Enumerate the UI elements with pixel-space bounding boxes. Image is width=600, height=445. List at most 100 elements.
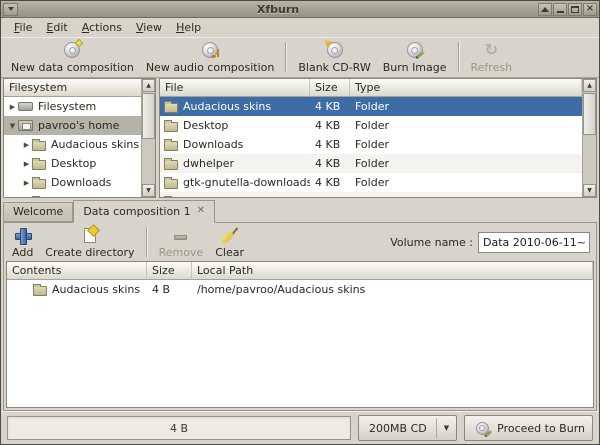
refresh-button[interactable]: ↻ Refresh xyxy=(465,38,519,76)
menu-view[interactable]: View xyxy=(129,19,169,36)
statusbar: 4 B 200MB CD Proceed to Burn xyxy=(1,411,599,444)
maximize-button[interactable] xyxy=(568,3,582,16)
data-composition-panel: Add Create directory Remove Clear Volume… xyxy=(3,222,597,411)
tab-welcome[interactable]: Welcome xyxy=(3,202,73,222)
column-header-size[interactable]: Size xyxy=(310,79,350,97)
disc-size-combo[interactable]: 200MB CD xyxy=(358,415,457,441)
file-row[interactable]: gtk-gnutella-downloads 4 KB Folder xyxy=(160,173,582,192)
drive-icon xyxy=(18,102,33,111)
filesystem-scrollbar[interactable] xyxy=(141,79,155,197)
remove-icon xyxy=(171,226,191,244)
filesystem-pane: Filesystem Filesystem pavroo's home xyxy=(3,78,156,198)
blank-cdrw-icon xyxy=(325,41,345,59)
window-menu-button[interactable] xyxy=(3,3,18,16)
menu-edit[interactable]: Edit xyxy=(39,19,74,36)
composition-size-bar: 4 B xyxy=(7,416,351,440)
clear-button[interactable]: Clear xyxy=(209,223,250,261)
burn-icon xyxy=(472,419,492,437)
expander-icon[interactable] xyxy=(7,122,18,130)
chevron-down-icon[interactable] xyxy=(436,418,456,438)
file-list-scrollbar[interactable] xyxy=(582,79,596,197)
burn-image-button[interactable]: Burn Image xyxy=(377,38,453,76)
toolbar-separator xyxy=(146,227,148,257)
column-header-size[interactable]: Size xyxy=(147,262,192,280)
new-audio-composition-button[interactable]: New audio composition xyxy=(140,38,281,76)
menubar: File Edit Actions View Help xyxy=(1,18,599,37)
file-row[interactable]: Downloads 4 KB Folder xyxy=(160,135,582,154)
folder-icon xyxy=(164,122,178,132)
shade-button[interactable] xyxy=(538,3,552,16)
toolbar-separator xyxy=(285,42,287,72)
file-row[interactable]: Audacious skins 4 KB Folder xyxy=(160,97,582,116)
shade-icon xyxy=(541,7,549,12)
scrollbar-thumb[interactable] xyxy=(142,93,155,139)
column-header-local-path[interactable]: Local Path xyxy=(192,262,593,280)
burn-image-icon xyxy=(405,41,425,59)
column-header-contents[interactable]: Contents xyxy=(7,262,147,280)
contents-row[interactable]: Audacious skins 4 B /home/pavroo/Audacio… xyxy=(7,280,593,299)
xfburn-window: Xfburn × File Edit Actions View Help New… xyxy=(0,0,600,445)
add-icon xyxy=(13,226,33,244)
browser-panes: Filesystem Filesystem pavroo's home xyxy=(1,78,599,198)
filesystem-tree: Filesystem pavroo's home Audacious skins xyxy=(4,97,141,197)
file-row[interactable]: Music 4 KB Folder xyxy=(160,192,582,197)
folder-icon xyxy=(164,103,178,113)
main-toolbar: New data composition New audio compositi… xyxy=(1,37,599,78)
close-button[interactable]: × xyxy=(583,3,597,16)
folder-icon xyxy=(32,141,46,151)
composition-toolbar: Add Create directory Remove Clear Volume… xyxy=(4,223,596,261)
file-list-pane: File Size Type Audacious skins 4 KB Fold… xyxy=(159,78,597,198)
toolbar-separator xyxy=(458,42,460,72)
minimize-button[interactable] xyxy=(553,3,567,16)
menu-file[interactable]: File xyxy=(7,19,39,36)
folder-icon xyxy=(33,286,47,296)
scroll-down-icon[interactable] xyxy=(142,184,155,197)
filesystem-column-header[interactable]: Filesystem xyxy=(4,79,141,97)
new-data-composition-icon xyxy=(62,41,82,59)
clear-icon xyxy=(220,226,240,244)
window-menu-icon xyxy=(8,7,14,11)
proceed-to-burn-button[interactable]: Proceed to Burn xyxy=(464,415,593,441)
refresh-icon: ↻ xyxy=(481,41,501,59)
tree-item[interactable]: dwhelper xyxy=(4,192,141,197)
folder-icon xyxy=(164,179,178,189)
file-row[interactable]: Desktop 4 KB Folder xyxy=(160,116,582,135)
tab-close-icon[interactable]: ✕ xyxy=(197,206,205,216)
menu-help[interactable]: Help xyxy=(169,19,208,36)
add-button[interactable]: Add xyxy=(6,223,39,261)
titlebar[interactable]: Xfburn × xyxy=(1,1,599,18)
create-directory-icon xyxy=(80,226,100,244)
scrollbar-thumb[interactable] xyxy=(583,93,596,135)
expander-icon[interactable] xyxy=(21,179,32,187)
volume-name-input[interactable] xyxy=(478,232,590,253)
column-header-file[interactable]: File xyxy=(160,79,310,97)
folder-icon xyxy=(164,141,178,151)
expander-icon[interactable] xyxy=(7,103,18,111)
notebook-tabs: Welcome Data composition 1 ✕ xyxy=(1,198,599,222)
folder-icon xyxy=(32,179,46,189)
tree-item-home[interactable]: pavroo's home xyxy=(4,116,141,135)
expander-icon[interactable] xyxy=(21,141,32,149)
tree-item[interactable]: Downloads xyxy=(4,173,141,192)
expander-icon[interactable] xyxy=(21,160,32,168)
scroll-down-icon[interactable] xyxy=(583,184,596,197)
tree-item[interactable]: Audacious skins xyxy=(4,135,141,154)
create-directory-button[interactable]: Create directory xyxy=(39,223,140,261)
volume-name-label: Volume name : xyxy=(390,236,473,249)
new-data-composition-button[interactable]: New data composition xyxy=(5,38,140,76)
folder-icon xyxy=(32,160,46,170)
tree-item[interactable]: Desktop xyxy=(4,154,141,173)
blank-cdrw-button[interactable]: Blank CD-RW xyxy=(292,38,376,76)
column-header-type[interactable]: Type xyxy=(350,79,582,97)
file-row[interactable]: dwhelper 4 KB Folder xyxy=(160,154,582,173)
tab-data-composition[interactable]: Data composition 1 ✕ xyxy=(73,200,215,223)
remove-button[interactable]: Remove xyxy=(153,223,210,261)
tree-item-filesystem[interactable]: Filesystem xyxy=(4,97,141,116)
contents-header: Contents Size Local Path xyxy=(7,262,593,280)
scroll-up-icon[interactable] xyxy=(142,79,155,92)
window-title: Xfburn xyxy=(18,3,538,16)
scroll-up-icon[interactable] xyxy=(583,79,596,92)
maximize-icon xyxy=(571,6,579,13)
minimize-icon xyxy=(557,11,564,13)
menu-actions[interactable]: Actions xyxy=(75,19,129,36)
